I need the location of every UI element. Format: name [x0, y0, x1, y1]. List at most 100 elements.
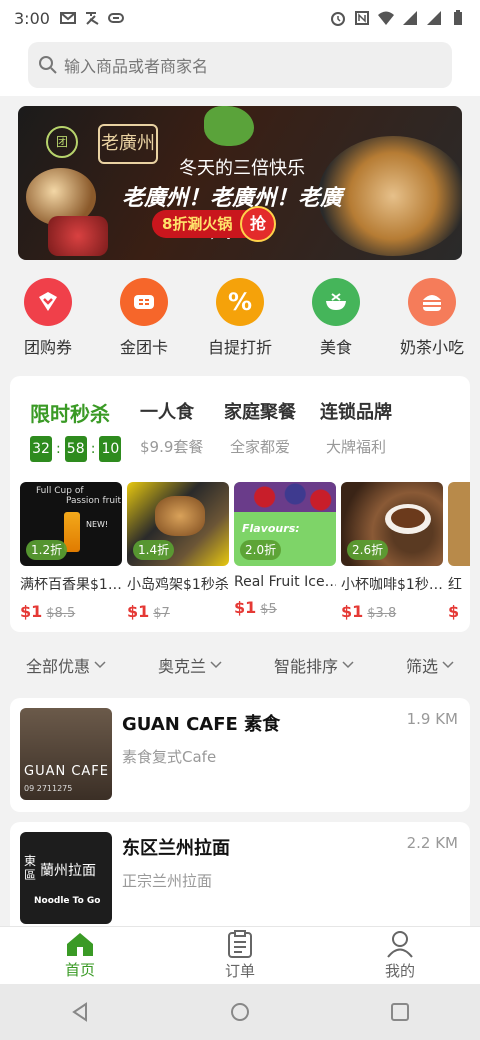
- filter-label: 筛选: [405, 657, 438, 676]
- home-icon: [67, 933, 93, 956]
- store-card[interactable]: 東 區 蘭州拉面 Noodle To Go 东区兰州拉面 正宗兰州拉面 2.2 …: [10, 822, 470, 936]
- chevron-down-icon: [342, 661, 354, 669]
- store-description: 素食复式Cafe: [122, 748, 217, 766]
- burger-icon: [408, 278, 456, 326]
- chevron-down-icon: [94, 661, 106, 669]
- countdown-timer: 32 : 58 : 10: [30, 436, 122, 462]
- store-image-subtext: Noodle To Go: [34, 896, 101, 906]
- search-icon: [39, 56, 57, 74]
- product-image: Full Cup of Passion fruit NEW! 1.2折: [20, 482, 122, 566]
- system-nav-bar: [0, 984, 480, 1040]
- product-image-text: Full Cup of: [36, 486, 84, 496]
- store-image-side-text: 東 區: [24, 854, 37, 882]
- product-price: $1 $7: [127, 602, 229, 621]
- wifi-icon: [378, 11, 394, 25]
- quick-link-food[interactable]: 美食: [290, 270, 382, 370]
- tab-orders[interactable]: 订单: [160, 927, 320, 984]
- quick-link-voucher[interactable]: 团购券: [2, 270, 94, 370]
- original-price: $7: [153, 606, 170, 621]
- mail-icon: [59, 12, 76, 24]
- product-image: 2.6折: [341, 482, 443, 566]
- product-name: Real Fruit Ice…: [234, 574, 336, 590]
- product-card[interactable]: Full Cup of Passion fruit NEW! 1.2折 满杯百香…: [20, 482, 122, 621]
- quick-link-tea-snacks[interactable]: 奶茶小吃: [386, 270, 478, 370]
- filter-more[interactable]: 筛选: [406, 653, 454, 677]
- banner-tagline: 冬天的三倍快乐: [179, 158, 305, 179]
- product-price: $1 $8.5: [20, 602, 122, 621]
- bowl-icon: [312, 278, 360, 326]
- bottom-tab-bar: 首页 订单 我的: [0, 926, 480, 984]
- discount-badge: 1.4折: [133, 540, 175, 560]
- brand-badge-icon: 团: [46, 126, 78, 158]
- tab-home[interactable]: 首页: [0, 927, 160, 984]
- quick-links: 团购券 金团卡 % 自提打折 美食 奶茶小吃: [0, 270, 480, 370]
- discount-badge: 2.0折: [240, 540, 282, 560]
- flash-sale-title[interactable]: 限时秒杀: [30, 398, 110, 427]
- quick-link-card[interactable]: 金团卡: [98, 270, 190, 370]
- product-name: 红: [448, 577, 462, 593]
- product-card[interactable]: 2.6折 小杯咖啡$1秒… $1 $3.8: [341, 482, 443, 621]
- status-bar: 3:00: [0, 0, 480, 36]
- product-name: 小杯咖啡$1秒…: [341, 577, 443, 593]
- product-card[interactable]: 1.4折 小岛鸡架$1秒杀 $1 $7: [127, 482, 229, 621]
- back-icon[interactable]: [70, 1002, 90, 1022]
- quick-link-label: 美食: [319, 338, 352, 357]
- search-input[interactable]: 输入商品或者商家名: [28, 42, 452, 88]
- category-title: 一人食: [140, 402, 194, 423]
- category-chain-brands[interactable]: 连锁品牌 大牌福利: [320, 398, 392, 457]
- search-area: 输入商品或者商家名: [0, 36, 480, 96]
- signal-icon: [403, 11, 417, 25]
- category-family-meal[interactable]: 家庭聚餐 全家都爱: [224, 398, 296, 457]
- banner-grab-button[interactable]: 抢: [240, 206, 276, 242]
- product-image-text: Passion fruit: [66, 496, 122, 506]
- store-image: 東 區 蘭州拉面 Noodle To Go: [20, 832, 112, 924]
- timer-minutes: 58: [64, 436, 87, 462]
- chevron-down-icon: [210, 661, 222, 669]
- nfc-icon: [355, 11, 369, 25]
- recents-icon[interactable]: [390, 1002, 410, 1022]
- tab-profile[interactable]: 我的: [320, 927, 480, 984]
- store-image-text: GUAN CAFE: [24, 764, 110, 779]
- product-card[interactable]: Flavours: 2.0折 Real Fruit Ice… $1 $5: [234, 482, 336, 617]
- home-circle-icon[interactable]: [230, 1002, 250, 1022]
- tab-label: 订单: [224, 962, 255, 980]
- original-price: $8.5: [46, 606, 76, 621]
- quick-link-label: 团购券: [23, 338, 72, 357]
- tab-label: 我的: [384, 962, 415, 980]
- filter-bar: 全部优惠 奥克兰 智能排序 筛选: [0, 644, 480, 686]
- store-distance: 2.2 KM: [406, 834, 458, 852]
- product-price: $1 $3.8: [341, 602, 443, 621]
- store-image-phone: 09 2711275: [24, 784, 73, 793]
- flash-sale-products: Full Cup of Passion fruit NEW! 1.2折 满杯百香…: [20, 482, 470, 622]
- store-image: GUAN CAFE 09 2711275: [20, 708, 112, 800]
- product-image: [448, 482, 470, 566]
- pill-icon: [107, 13, 124, 23]
- battery-icon: [454, 10, 462, 25]
- filter-location[interactable]: 奥克兰: [158, 653, 222, 677]
- status-time: 3:00: [14, 8, 50, 28]
- product-name: 小岛鸡架$1秒杀: [127, 577, 229, 593]
- quick-link-pickup-discount[interactable]: % 自提打折: [194, 270, 286, 370]
- timer-seconds: 10: [99, 436, 122, 462]
- product-image-text: Flavours:: [242, 522, 300, 535]
- category-subtitle: $9.9套餐: [140, 438, 204, 456]
- filter-sort[interactable]: 智能排序: [274, 653, 354, 677]
- promo-banner[interactable]: 团 老廣州 冬天的三倍快乐 老廣州！老廣州！老廣州！ 8折涮火锅 抢: [18, 106, 462, 260]
- product-card[interactable]: 红 $: [448, 482, 470, 621]
- tab-label: 首页: [64, 961, 95, 979]
- translate-icon: [85, 12, 99, 25]
- category-solo-meal[interactable]: 一人食 $9.9套餐: [140, 398, 203, 457]
- product-price: $: [448, 602, 470, 621]
- category-subtitle: 大牌福利: [326, 438, 387, 456]
- product-name: 满杯百香果$1…: [20, 577, 122, 593]
- product-price: $1 $5: [234, 598, 336, 617]
- store-card[interactable]: GUAN CAFE 09 2711275 GUAN CAFE 素食 素食复式Ca…: [10, 698, 470, 812]
- category-title: 连锁品牌: [320, 402, 392, 423]
- category-title: 家庭聚餐: [224, 402, 296, 423]
- chevron-down-icon: [442, 661, 454, 669]
- store-name: GUAN CAFE 素食: [122, 714, 281, 735]
- sale-price: $1: [234, 598, 257, 617]
- signal-2-icon: [427, 11, 441, 25]
- filter-all-offers[interactable]: 全部优惠: [26, 653, 106, 677]
- store-name: 东区兰州拉面: [122, 838, 230, 859]
